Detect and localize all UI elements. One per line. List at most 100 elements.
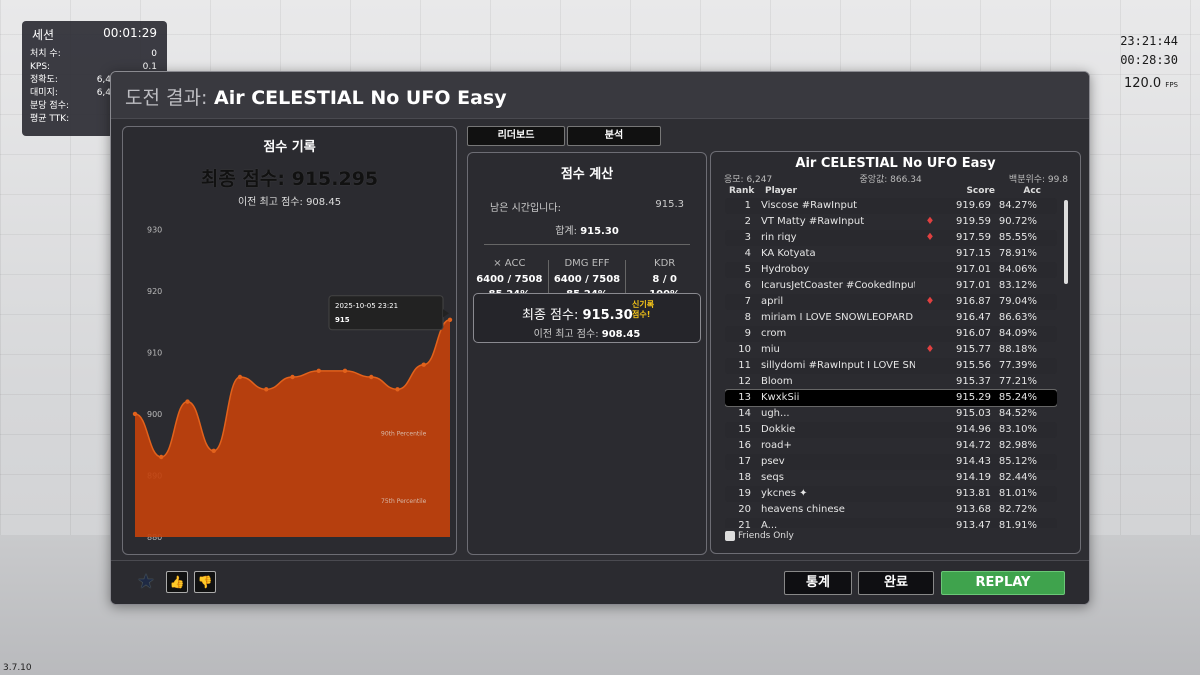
leaderboard-acc: 88.18% (998, 344, 1037, 355)
leaderboard-row[interactable]: 15 Dokkie 914.96 83.10% (725, 422, 1057, 438)
leaderboard-player: Bloom (761, 376, 793, 387)
rank-badge-icon: ♦ (925, 232, 935, 243)
rank-badge-icon (915, 422, 945, 438)
friends-only-toggle[interactable]: Friends Only (725, 531, 794, 541)
leaderboard-score: 914.72 (956, 440, 991, 451)
leaderboard-rank: 3 (744, 232, 751, 243)
leaderboard-row[interactable]: 6 IcarusJetCoaster #CookedInput 917.01 83.1… (725, 278, 1057, 294)
leaderboard-acc: 81.01% (998, 488, 1037, 499)
leaderboard-rank: 7 (744, 296, 751, 307)
stat-v1: 8 / 0 (652, 274, 677, 285)
leaderboard-row[interactable]: 16 road+ 914.72 82.98% (725, 438, 1057, 454)
leaderboard-rank: 19 (738, 488, 751, 499)
rank-badge-icon: ♦ (925, 296, 935, 307)
leaderboard-row[interactable]: 3 rin riqy ♦ 917.59 85.55% (725, 230, 1057, 246)
leaderboard-rank: 13 (738, 392, 751, 403)
leaderboard-row[interactable]: 1 Viscose #RawInput 919.69 84.27% (725, 198, 1057, 214)
hud-stat-label: 평균 TTK: (30, 114, 70, 124)
leaderboard-score: 917.01 (956, 280, 991, 291)
leaderboard-player: seqs (761, 472, 784, 483)
leaderboard-rank: 18 (738, 472, 751, 483)
stats-button[interactable]: 통계 (784, 571, 852, 595)
leaderboard-score: 913.68 (956, 504, 991, 515)
leaderboard-row[interactable]: 2 VT Matty #RawInput ♦ 919.59 90.72% (725, 214, 1057, 230)
tab-analysis[interactable]: 분석 (567, 126, 661, 146)
stat-h: DMG EFF (564, 258, 610, 269)
leaderboard-rank: 14 (738, 408, 751, 419)
leaderboard-row[interactable]: 7 april ♦ 916.87 79.04% (725, 294, 1057, 310)
leaderboard-score: 913.47 (956, 520, 991, 528)
leaderboard-acc: 82.72% (998, 504, 1037, 515)
leaderboard-player: VT Matty #RawInput (761, 216, 865, 227)
calc-title: 점수 계산 (560, 167, 614, 182)
tab-leaderboard[interactable]: 리더보드 (467, 126, 565, 146)
title-prefix: 도전 결과: (125, 87, 208, 109)
leaderboard-score: 917.59 (956, 232, 991, 243)
leaderboard-acc: 85.55% (998, 232, 1037, 243)
data-point (211, 448, 216, 454)
leaderboard-player: KA Kotyata (761, 248, 816, 259)
leaderboard-rank: 2 (744, 216, 751, 227)
leaderboard-rank: 20 (738, 504, 751, 515)
rank-badge-icon (915, 486, 945, 502)
leaderboard-row[interactable]: 19 ykcnes ✦ 913.81 81.01% (725, 486, 1057, 502)
rank-badge-icon (915, 438, 945, 454)
leaderboard-row[interactable]: 14 ugh... 915.03 84.52% (725, 406, 1057, 422)
leaderboard-score: 913.81 (956, 488, 991, 499)
star-icon[interactable]: ★ (137, 571, 155, 591)
score-history-chart: 93092091090089088090th Percentile75th Pe… (132, 225, 453, 542)
leaderboard-row[interactable]: 13 KwxkSii 915.29 85.24% (725, 389, 1057, 407)
leaderboard-scrollbar[interactable] (1064, 200, 1068, 284)
leaderboard-player: Dokkie (761, 424, 796, 435)
rank-badge-icon (915, 326, 945, 342)
leaderboard-row[interactable]: 17 psev 914.43 85.12% (725, 454, 1057, 470)
rank-badge-icon (915, 262, 945, 278)
leaderboard-score: 916.07 (956, 328, 991, 339)
leaderboard-summary: 응모: 6,247 중앙값: 866.34 백분위수: 99.8 (724, 175, 1068, 185)
done-button[interactable]: 완료 (858, 571, 934, 595)
elapsed-time: 00:28:30 (1120, 53, 1178, 67)
leaderboard-row[interactable]: 18 seqs 914.19 82.44% (725, 470, 1057, 486)
leaderboard-row[interactable]: 9 crom 916.07 84.09% (725, 326, 1057, 342)
leaderboard-row[interactable]: 11 sillydomi #RawInput I LOVE SNEP 915.56 7… (725, 358, 1057, 374)
rank-badge-icon: ♦ (925, 344, 935, 355)
leaderboard-rank: 16 (738, 440, 751, 451)
new-record-badge: 신기록 점수! (632, 300, 655, 319)
stat-v1: 6400 / 7508 (476, 274, 543, 285)
leaderboard-acc: 78.91% (998, 248, 1037, 259)
leaderboard-player: heavens chinese (761, 504, 845, 515)
friends-only-checkbox[interactable] (725, 531, 735, 541)
dialog-title-bar: 도전 결과: Air CELESTIAL No UFO Easy (111, 72, 1089, 119)
percentile-75-label: 75th Percentile (381, 498, 427, 505)
dialog-title: 도전 결과: Air CELESTIAL No UFO Easy (125, 83, 507, 110)
rank-badge-icon (915, 198, 945, 214)
calc-previous-best: 이전 최고 점수: 908.45 (533, 329, 641, 340)
leaderboard-row[interactable]: 4 KA Kotyata 917.15 78.91% (725, 246, 1057, 262)
leaderboard-rank: 4 (744, 248, 751, 259)
leaderboard-row[interactable]: 20 heavens chinese 913.68 82.72% (725, 502, 1057, 518)
challenge-result-dialog: 도전 결과: Air CELESTIAL No UFO Easy 점수 기록 최… (110, 71, 1090, 605)
leaderboard-score: 914.19 (956, 472, 991, 483)
hud-stat-label: 처치 수: (30, 49, 61, 59)
y-tick-label: 930 (147, 225, 162, 234)
thumbs-down-icon[interactable]: 👎 (194, 571, 216, 593)
leaderboard-row[interactable]: 10 miu ♦ 915.77 88.18% (725, 342, 1057, 358)
leaderboard-player: miu (761, 344, 780, 355)
rank-badge-icon: ♦ (925, 216, 935, 227)
leaderboard-row[interactable]: 5 Hydroboy 917.01 84.06% (725, 262, 1057, 278)
score-calculation-panel: 점수 계산 남은 시간입니다: 915.3 합계: 915.30 × ACC 64… (467, 152, 707, 555)
percentile-90-label: 90th Percentile (381, 430, 427, 437)
data-point (132, 411, 138, 417)
leaderboard-row[interactable]: 21 A... 913.47 81.91% (725, 518, 1057, 528)
y-tick-label: 910 (147, 348, 162, 357)
leaderboard-row[interactable]: 8 miriam I LOVE SNOWLEOPARD I, 916.47 86.63… (725, 310, 1057, 326)
thumbs-up-icon[interactable]: 👍 (166, 571, 188, 593)
replay-button[interactable]: REPLAY (941, 571, 1065, 595)
leaderboard-list[interactable]: 1 Viscose #RawInput 919.69 84.27% 2 VT Matty … (725, 198, 1057, 528)
data-point (447, 317, 453, 322)
leaderboard-row[interactable]: 12 Bloom 915.37 77.21% (725, 374, 1057, 390)
leaderboard-acc: 86.63% (998, 312, 1037, 323)
leaderboard-acc: 85.24% (998, 392, 1037, 403)
leaderboard-acc: 82.44% (998, 472, 1037, 483)
leaderboard-score: 919.69 (956, 200, 991, 211)
